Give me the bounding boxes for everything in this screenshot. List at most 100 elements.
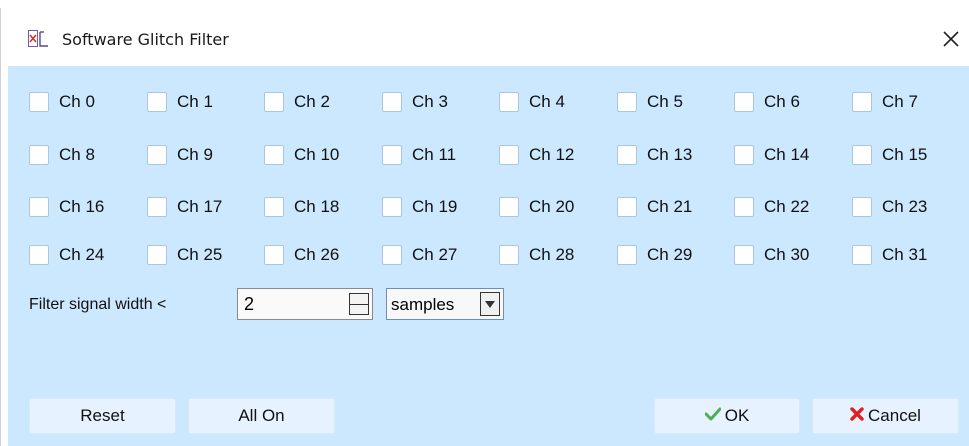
channel-checkbox[interactable]: Ch 21 <box>617 192 692 222</box>
filter-width-spinner[interactable] <box>237 288 373 320</box>
checkbox[interactable] <box>382 92 402 112</box>
channel-checkbox[interactable]: Ch 9 <box>147 140 213 170</box>
checkbox[interactable] <box>734 197 754 217</box>
channel-checkbox[interactable]: Ch 6 <box>734 87 800 117</box>
channel-checkbox[interactable]: Ch 30 <box>734 240 809 270</box>
checkbox[interactable] <box>852 145 872 165</box>
channel-checkbox[interactable]: Ch 14 <box>734 140 809 170</box>
ok-button-label: OK <box>724 406 750 425</box>
checkbox[interactable] <box>852 245 872 265</box>
checkbox[interactable] <box>617 245 637 265</box>
checkbox[interactable] <box>852 92 872 112</box>
spin-down-button[interactable] <box>350 304 368 314</box>
checkbox[interactable] <box>734 245 754 265</box>
channel-checkbox[interactable]: Ch 29 <box>617 240 692 270</box>
channel-row-2: Ch 16 Ch 17 Ch 18 Ch 19 Ch 20 Ch 21 Ch 2… <box>8 192 969 222</box>
channel-label: Ch 11 <box>412 145 457 164</box>
channel-checkbox[interactable]: Ch 16 <box>29 192 104 222</box>
checkbox[interactable] <box>147 197 167 217</box>
unit-dropdown[interactable]: samples <box>386 288 504 320</box>
channel-label: Ch 30 <box>764 245 810 264</box>
checkbox[interactable] <box>852 197 872 217</box>
channel-label: Ch 27 <box>412 245 458 264</box>
checkbox[interactable] <box>264 92 284 112</box>
channel-label: Ch 24 <box>59 245 105 264</box>
channel-checkbox[interactable]: Ch 27 <box>382 240 457 270</box>
checkbox[interactable] <box>734 145 754 165</box>
close-icon[interactable] <box>936 24 966 54</box>
channel-checkbox[interactable]: Ch 7 <box>852 87 918 117</box>
channel-label: Ch 21 <box>647 197 693 216</box>
channel-checkbox[interactable]: Ch 15 <box>852 140 927 170</box>
channel-checkbox[interactable]: Ch 25 <box>147 240 222 270</box>
channel-label: Ch 28 <box>529 245 575 264</box>
unit-selected-value: samples <box>391 295 455 314</box>
checkbox[interactable] <box>382 145 402 165</box>
channel-checkbox[interactable]: Ch 0 <box>29 87 95 117</box>
channel-checkbox[interactable]: Ch 3 <box>382 87 448 117</box>
channel-row-1: Ch 8 Ch 9 Ch 10 Ch 11 Ch 12 Ch 13 Ch 14 … <box>8 140 969 170</box>
channel-checkbox[interactable]: Ch 31 <box>852 240 927 270</box>
chevron-down-icon <box>485 301 495 308</box>
checkbox[interactable] <box>264 145 284 165</box>
checkbox[interactable] <box>499 197 519 217</box>
checkbox[interactable] <box>617 145 637 165</box>
channel-checkbox[interactable]: Ch 13 <box>617 140 692 170</box>
close-button[interactable] <box>936 24 966 54</box>
all-on-button-label: All On <box>238 406 285 425</box>
channel-checkbox[interactable]: Ch 24 <box>29 240 104 270</box>
channel-checkbox[interactable]: Ch 10 <box>264 140 339 170</box>
dropdown-arrow-button[interactable] <box>480 292 500 316</box>
checkbox[interactable] <box>734 92 754 112</box>
cancel-button[interactable]: Cancel <box>812 398 959 434</box>
window-title: Software Glitch Filter <box>62 30 229 49</box>
checkbox[interactable] <box>499 92 519 112</box>
checkbox[interactable] <box>147 245 167 265</box>
channel-checkbox[interactable]: Ch 12 <box>499 140 574 170</box>
checkbox[interactable] <box>147 92 167 112</box>
channel-label: Ch 13 <box>647 145 693 164</box>
x-icon <box>850 406 864 426</box>
channel-label: Ch 6 <box>764 92 800 111</box>
channel-checkbox[interactable]: Ch 20 <box>499 192 574 222</box>
checkbox[interactable] <box>29 92 49 112</box>
channel-checkbox[interactable]: Ch 28 <box>499 240 574 270</box>
channel-label: Ch 4 <box>529 92 565 111</box>
channel-label: Ch 8 <box>59 145 95 164</box>
filter-width-input[interactable] <box>244 293 340 315</box>
spinner-buttons[interactable] <box>349 293 369 315</box>
channel-label: Ch 1 <box>177 92 213 111</box>
channel-checkbox[interactable]: Ch 18 <box>264 192 339 222</box>
channel-label: Ch 14 <box>764 145 810 164</box>
checkbox[interactable] <box>499 245 519 265</box>
checkbox[interactable] <box>617 92 637 112</box>
channel-checkbox[interactable]: Ch 22 <box>734 192 809 222</box>
channel-checkbox[interactable]: Ch 17 <box>147 192 222 222</box>
checkbox[interactable] <box>617 197 637 217</box>
reset-button[interactable]: Reset <box>29 398 176 434</box>
channel-checkbox[interactable]: Ch 5 <box>617 87 683 117</box>
channel-label: Ch 29 <box>647 245 693 264</box>
channel-checkbox[interactable]: Ch 11 <box>382 140 456 170</box>
channel-checkbox[interactable]: Ch 23 <box>852 192 927 222</box>
channel-checkbox[interactable]: Ch 2 <box>264 87 330 117</box>
channel-checkbox[interactable]: Ch 4 <box>499 87 565 117</box>
all-on-button[interactable]: All On <box>188 398 335 434</box>
checkbox[interactable] <box>264 245 284 265</box>
channel-checkbox[interactable]: Ch 1 <box>147 87 213 117</box>
checkbox[interactable] <box>499 145 519 165</box>
checkbox[interactable] <box>264 197 284 217</box>
checkbox[interactable] <box>382 197 402 217</box>
channel-label: Ch 18 <box>294 197 340 216</box>
checkbox[interactable] <box>29 245 49 265</box>
channel-checkbox[interactable]: Ch 26 <box>264 240 339 270</box>
channel-checkbox[interactable]: Ch 19 <box>382 192 457 222</box>
ok-button[interactable]: OK <box>654 398 800 434</box>
checkbox[interactable] <box>147 145 167 165</box>
checkbox[interactable] <box>29 145 49 165</box>
channel-checkbox[interactable]: Ch 8 <box>29 140 95 170</box>
checkbox[interactable] <box>29 197 49 217</box>
filter-width-row: Filter signal width < samples <box>8 288 969 322</box>
checkbox[interactable] <box>382 245 402 265</box>
channel-label: Ch 23 <box>882 197 928 216</box>
